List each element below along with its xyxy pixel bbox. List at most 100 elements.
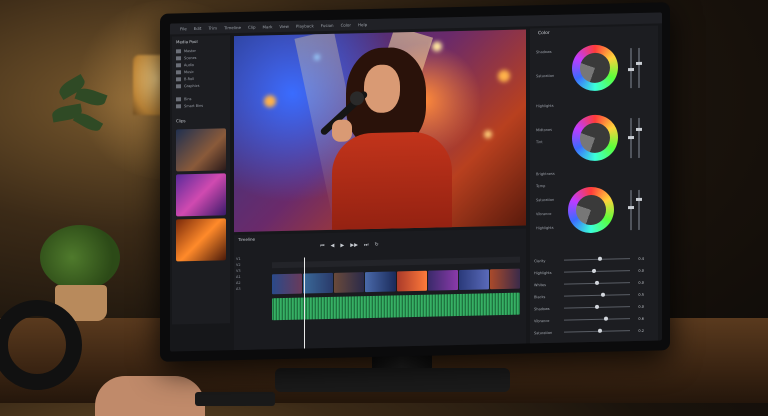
wheel-sublabel: Saturation — [536, 73, 555, 79]
video-clip[interactable] — [458, 269, 489, 291]
adjustment-row: Shadows 0.0 — [534, 302, 652, 314]
adjustment-value: 0.0 — [638, 280, 644, 285]
play-icon[interactable]: ▶ — [340, 243, 344, 249]
adjustment-value: 0.0 — [638, 268, 644, 273]
folder-icon — [176, 62, 181, 67]
adjustment-row: Vibrance 0.6 — [534, 314, 652, 326]
clips-title: Clips — [176, 118, 186, 124]
adjustment-slider[interactable] — [564, 328, 630, 333]
skip-back-icon[interactable]: ⏮ — [320, 243, 325, 249]
time-ruler[interactable] — [272, 256, 520, 269]
folder-tree: Master Scenes Audio Music B-Roll Graphic… — [172, 46, 230, 89]
adjustment-slider[interactable] — [564, 268, 630, 273]
monitor-base — [275, 368, 510, 392]
timeline-panel: Timeline ⏮ ◀ ▶ ▶▶ ⏭ ↻ V1 V2 V3 A1 A2 A3 — [234, 228, 526, 352]
wheel-slider[interactable] — [628, 48, 634, 89]
bin-list: Bins Smart Bins — [172, 94, 230, 109]
skip-forward-icon[interactable]: ⏭ — [364, 242, 369, 248]
menu-item[interactable]: Timeline — [224, 25, 241, 30]
transport-controls: ⏮ ◀ ▶ ▶▶ ⏭ ↻ — [320, 242, 379, 249]
video-clip[interactable] — [334, 272, 365, 293]
slider-knob[interactable] — [595, 280, 599, 285]
adjustment-label: Shadows — [534, 306, 550, 311]
desk-plant — [40, 225, 120, 290]
clip-thumbnail[interactable] — [176, 218, 226, 262]
loop-icon[interactable]: ↻ — [374, 242, 378, 248]
bin-icon — [176, 103, 181, 108]
slider-knob[interactable] — [595, 304, 599, 309]
adjustment-row: Blacks 0.5 — [534, 290, 652, 302]
adjustment-label: Saturation — [534, 330, 553, 335]
wheel-label: Highlights — [536, 225, 554, 231]
adjustment-row: Clarity 0.4 — [534, 254, 652, 266]
menu-item[interactable]: View — [279, 24, 289, 29]
video-track — [272, 268, 520, 295]
video-viewer[interactable] — [234, 29, 526, 233]
adjustment-label: Clarity — [534, 258, 546, 263]
wheel-slider[interactable] — [636, 117, 642, 158]
folder-item[interactable]: Graphics — [176, 81, 226, 89]
folder-icon — [176, 83, 181, 88]
wheel-label: Highlights — [536, 103, 554, 109]
timeline-title: Timeline — [238, 236, 256, 243]
wheel-label: Midtones — [536, 127, 552, 133]
editor-screen: File Edit Trim Timeline Clip Mark View P… — [170, 12, 662, 352]
wheel-slider[interactable] — [636, 47, 642, 88]
wheel-slider[interactable] — [636, 189, 642, 230]
slider-knob[interactable] — [604, 316, 609, 321]
adjustment-label: Vibrance — [534, 318, 550, 323]
highlights-color-wheel[interactable] — [568, 186, 614, 234]
adjustment-label: Highlights — [534, 270, 552, 275]
video-clip[interactable] — [427, 270, 458, 291]
video-clip[interactable] — [272, 273, 303, 295]
wheel-label: Saturation — [536, 197, 555, 203]
menu-item[interactable]: Playback — [296, 23, 314, 28]
adjustment-value: 0.5 — [638, 292, 644, 297]
menu-item[interactable]: Mark — [263, 24, 273, 29]
stage-light — [498, 69, 510, 83]
shadows-color-wheel[interactable] — [572, 44, 618, 92]
step-back-icon[interactable]: ◀ — [331, 243, 335, 249]
wheel-label: Shadows — [536, 49, 552, 55]
adjustment-slider[interactable] — [564, 256, 630, 261]
menu-item[interactable]: Help — [358, 22, 367, 27]
menu-item[interactable]: File — [180, 26, 187, 31]
bin-icon — [176, 96, 181, 101]
folder-icon — [176, 48, 181, 53]
midtones-color-wheel[interactable] — [572, 114, 618, 162]
audio-track[interactable] — [272, 292, 520, 321]
video-clip[interactable] — [489, 268, 520, 290]
bin-item[interactable]: Smart Bins — [176, 101, 226, 109]
menu-item[interactable]: Fusion — [321, 23, 334, 28]
menu-item[interactable]: Clip — [248, 25, 256, 30]
slider-knob[interactable] — [601, 292, 606, 297]
background-plant — [48, 70, 108, 180]
adjustment-slider[interactable] — [564, 280, 630, 285]
slider-knob[interactable] — [598, 328, 603, 333]
adjustment-slider[interactable] — [564, 316, 630, 321]
menu-item[interactable]: Color — [341, 22, 351, 27]
playhead[interactable] — [304, 257, 305, 350]
singer-face — [364, 64, 400, 114]
video-clip[interactable] — [303, 272, 334, 294]
adjustment-row: Whites 0.0 — [534, 278, 652, 290]
menu-item[interactable]: Edit — [194, 26, 202, 31]
menu-item[interactable]: Trim — [208, 25, 217, 30]
video-clip[interactable] — [396, 270, 427, 292]
slider-knob[interactable] — [591, 268, 596, 273]
track-label: A3 — [236, 286, 241, 292]
slider-knob[interactable] — [598, 256, 603, 261]
adjustment-label: Whites — [534, 282, 547, 287]
video-clip[interactable] — [365, 271, 396, 293]
step-forward-icon[interactable]: ▶▶ — [350, 242, 358, 248]
adjustment-slider[interactable] — [564, 304, 630, 309]
keyboard — [195, 392, 275, 406]
folder-icon — [176, 76, 181, 81]
clip-thumbnail[interactable] — [176, 173, 226, 217]
adjustment-slider[interactable] — [564, 292, 630, 297]
media-pool-panel: Media Pool Master Scenes Audio Music B-R… — [172, 35, 230, 325]
clip-thumbnail[interactable] — [176, 128, 226, 172]
wheel-slider[interactable] — [628, 118, 634, 159]
wheel-sublabel: Tint — [536, 140, 543, 145]
wheel-slider[interactable] — [628, 190, 634, 231]
